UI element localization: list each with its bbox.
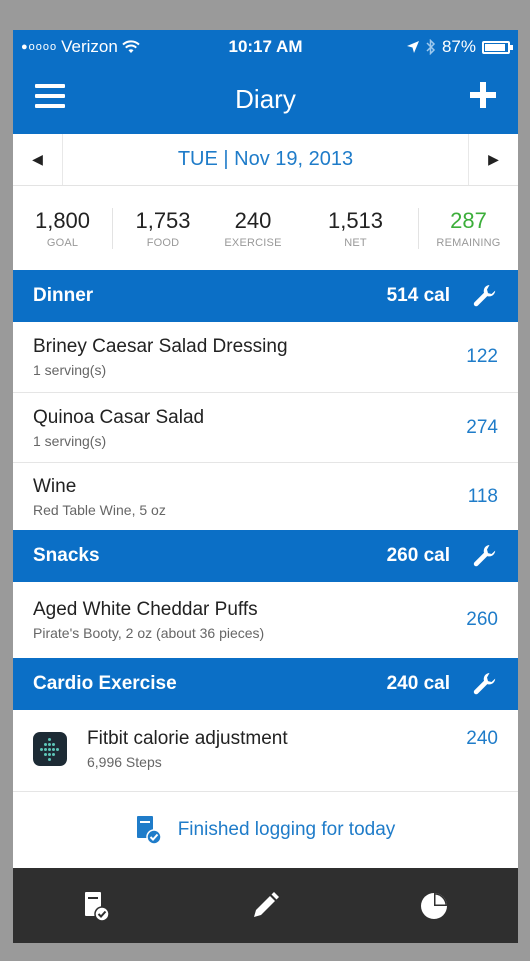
food-serving: Pirate's Booty, 2 oz (about 36 pieces): [33, 625, 265, 641]
food-name: Aged White Cheddar Puffs: [33, 599, 258, 620]
status-right: 87%: [406, 37, 513, 57]
food-value: 1,753: [135, 207, 191, 233]
net-label: NET: [344, 236, 367, 249]
list-item[interactable]: Aged White Cheddar Puffs Pirate's Booty,…: [13, 582, 518, 658]
list-item[interactable]: Briney Caesar Salad Dressing 1 serving(s…: [13, 322, 518, 393]
signal-strength: ●oooo: [21, 41, 58, 53]
list-item[interactable]: Quinoa Casar Salad 1 serving(s) 274: [13, 393, 518, 463]
food-serving: 1 serving(s): [33, 432, 107, 449]
summary-exercise: 240 EXERCISE: [213, 208, 293, 249]
exercise-detail: 6,996 Steps: [87, 754, 162, 770]
app-header: ●oooo Verizon 10:17 AM 87% Diary: [13, 30, 518, 134]
status-left: ●oooo Verizon: [21, 37, 221, 57]
food-calories: 118: [467, 485, 498, 507]
wifi-icon: [122, 40, 140, 53]
hamburger-icon[interactable]: [35, 84, 65, 110]
summary-remaining: 287 REMAINING: [418, 207, 518, 249]
exercise-calories: 240: [466, 728, 498, 749]
food-label: FOOD: [146, 236, 180, 249]
finished-logging-label: Finished logging for today: [177, 819, 396, 840]
exercise-label: EXERCISE: [224, 236, 282, 249]
page-title: Diary: [235, 83, 296, 114]
remaining-value: 287: [450, 207, 487, 233]
bluetooth-icon: [426, 39, 436, 55]
finished-logging-button[interactable]: Finished logging for today: [13, 792, 518, 868]
diary-check-icon: [85, 891, 110, 922]
date-label[interactable]: TUE | Nov 19, 2013: [63, 148, 468, 171]
pencil-icon: [254, 891, 280, 917]
summary-food: 1,753 FOOD: [113, 208, 213, 249]
fitbit-icon: [33, 732, 67, 766]
food-serving: 1 serving(s): [33, 362, 107, 378]
nav-bar: Diary: [13, 64, 518, 134]
section-name: Dinner: [33, 285, 94, 306]
goal-label: GOAL: [46, 236, 79, 249]
right-arrow-icon: ▶: [488, 151, 499, 167]
food-name: Quinoa Casar Salad: [33, 406, 205, 428]
next-day-button[interactable]: ▶: [468, 134, 518, 185]
battery-percent: 87%: [441, 37, 476, 56]
tab-edit[interactable]: [220, 876, 310, 936]
section-calories: 514 cal: [386, 285, 450, 306]
carrier-name: Verizon: [61, 37, 118, 56]
phone-screen: ●oooo Verizon 10:17 AM 87% Diary ◀ TUE |…: [13, 30, 518, 943]
section-header-cardio-exercise: Cardio Exercise 240 cal: [13, 658, 518, 710]
location-icon: [406, 41, 419, 53]
food-calories: 260: [466, 609, 498, 630]
wrench-icon[interactable]: [472, 283, 498, 309]
tab-bar: [13, 868, 518, 943]
status-bar: ●oooo Verizon 10:17 AM 87%: [13, 30, 518, 64]
food-name: Wine: [33, 475, 77, 497]
section-header-snacks: Snacks 260 cal: [13, 530, 518, 582]
remaining-label: REMAINING: [436, 236, 501, 249]
section-header-dinner: Dinner 514 cal: [13, 270, 518, 322]
summary-goal[interactable]: 1,800 GOAL: [13, 207, 113, 249]
tab-diary[interactable]: [52, 876, 142, 936]
food-name: Briney Caesar Salad Dressing: [33, 336, 288, 357]
section-calories: 240 cal: [386, 673, 450, 694]
summary-net: 1,513 NET: [293, 208, 418, 249]
calorie-summary: 1,800 GOAL 1,753 FOOD 240 EXERCISE 1,513…: [13, 186, 518, 270]
food-calories: 122: [466, 346, 498, 367]
diary-check-icon: [136, 816, 162, 845]
list-item[interactable]: Fitbit calorie adjustment 6,996 Steps 24…: [13, 710, 518, 792]
wrench-icon[interactable]: [472, 671, 498, 697]
net-value: 1,513: [327, 207, 384, 233]
section-name: Snacks: [33, 545, 100, 566]
tab-reports[interactable]: [389, 876, 479, 936]
section-calories: 260 cal: [386, 545, 450, 566]
section-name: Cardio Exercise: [33, 673, 177, 694]
wrench-icon[interactable]: [472, 543, 498, 569]
left-arrow-icon: ◀: [32, 151, 43, 167]
food-calories: 274: [466, 416, 498, 438]
goal-value: 1,800: [34, 207, 91, 233]
exercise-value: 240: [234, 207, 272, 233]
food-serving: Red Table Wine, 5 oz: [33, 501, 166, 518]
date-navigator: ◀ TUE | Nov 19, 2013 ▶: [13, 134, 518, 186]
list-item[interactable]: Wine Red Table Wine, 5 oz 118: [13, 463, 518, 530]
battery-icon: [482, 40, 513, 54]
pie-chart-icon: [420, 892, 447, 919]
plus-icon[interactable]: [470, 82, 496, 108]
exercise-name: Fitbit calorie adjustment: [87, 728, 288, 749]
previous-day-button[interactable]: ◀: [13, 134, 63, 185]
